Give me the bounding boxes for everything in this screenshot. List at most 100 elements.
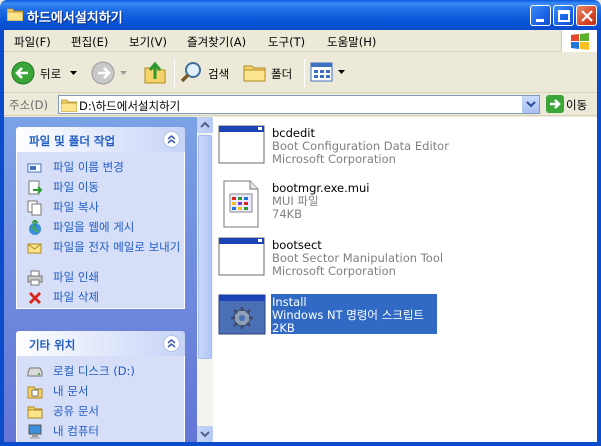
scroll-thumb[interactable]: [198, 135, 212, 359]
panel-body: 파일 이름 변경 파일 이동 파일 복사 파일을 웹에 게시 파일을 전자 메일…: [16, 152, 185, 309]
address-input[interactable]: D:\하드에서설치하기: [58, 95, 540, 114]
folders-button[interactable]: 폴더: [242, 60, 300, 86]
place-my-computer[interactable]: 내 컴퓨터: [27, 424, 177, 442]
back-dropdown-icon: [70, 71, 77, 75]
menu-favorites[interactable]: 즐겨찾기(A): [187, 34, 246, 50]
address-bar: 주소(D) D:\하드에서설치하기 이동: [4, 93, 597, 116]
scroll-up-button[interactable]: [197, 117, 213, 133]
file-item-bcdedit[interactable]: bcdedit Boot Configuration Data Editor M…: [218, 125, 578, 175]
window-title: 하드에서설치하기: [27, 11, 123, 26]
panel-header[interactable]: 파일 및 폴더 작업: [16, 127, 185, 152]
task-label: 로컬 디스크 (D:): [53, 364, 135, 378]
windows-logo-icon: [561, 30, 597, 52]
menu-bar: 파일(F) 편집(E) 보기(V) 즐겨찾기(A) 도구(T) 도움말(H): [4, 30, 597, 52]
script-gear-icon: [218, 294, 266, 335]
task-label: 내 문서: [53, 384, 89, 398]
menu-view[interactable]: 보기(V): [129, 34, 167, 50]
task-rename[interactable]: 파일 이름 변경: [27, 160, 177, 178]
chevron-up-icon: [167, 339, 176, 348]
task-label: 공유 문서: [53, 404, 99, 418]
application-icon: [218, 125, 265, 164]
forward-dropdown-icon: [120, 71, 127, 75]
place-shared-documents[interactable]: 공유 문서: [27, 404, 177, 422]
file-list: bcdedit Boot Configuration Data Editor M…: [197, 117, 597, 442]
menu-help[interactable]: 도움말(H): [327, 34, 376, 50]
task-label: 파일 복사: [53, 200, 99, 214]
minimize-icon: [536, 19, 544, 22]
task-label: 파일을 웹에 게시: [53, 220, 135, 234]
title-bar[interactable]: 하드에서설치하기: [0, 0, 601, 30]
place-my-documents[interactable]: 내 문서: [27, 384, 177, 402]
file-item-bootsect[interactable]: bootsect Boot Sector Manipulation Tool M…: [218, 237, 578, 287]
web-publish-icon: [29, 220, 41, 235]
go-button[interactable]: 이동: [544, 95, 596, 114]
task-copy[interactable]: 파일 복사: [27, 200, 177, 218]
menu-file[interactable]: 파일(F): [14, 34, 51, 50]
task-label: 파일 삭제: [53, 290, 99, 304]
close-button[interactable]: [576, 5, 597, 26]
file-company: Microsoft Corporation: [272, 264, 396, 278]
other-places-panel: 기타 위치 로컬 디스크 (D:) 내 문서 공유 문서 내 컴퓨터: [16, 331, 185, 442]
my-documents-icon: [27, 386, 43, 399]
forward-button[interactable]: [90, 60, 128, 86]
application-icon: [218, 237, 265, 276]
task-label: 내 컴퓨터: [53, 424, 99, 438]
chevron-up-icon: [167, 135, 176, 144]
close-icon: [581, 10, 593, 22]
email-icon: [27, 243, 42, 254]
panel-title: 기타 위치: [29, 338, 76, 352]
folders-icon: [243, 65, 266, 82]
views-button[interactable]: [310, 61, 348, 85]
task-label: 파일 인쇄: [53, 270, 99, 284]
search-button[interactable]: 검색: [180, 60, 236, 86]
task-label: 파일 이름 변경: [53, 160, 124, 174]
panel-body: 로컬 디스크 (D:) 내 문서 공유 문서 내 컴퓨터: [16, 356, 185, 442]
task-label: 파일 이동: [53, 180, 99, 194]
forward-arrow-icon: [91, 61, 115, 85]
views-dropdown-icon: [338, 70, 345, 74]
back-button[interactable]: 뒤로: [10, 60, 77, 86]
my-computer-icon: [28, 424, 42, 439]
file-size: 2KB: [272, 321, 295, 335]
move-icon: [28, 180, 43, 195]
scroll-down-button[interactable]: [197, 426, 213, 442]
address-value: D:\하드에서설치하기: [79, 99, 181, 113]
up-folder-button[interactable]: [143, 59, 169, 87]
mui-file-icon: [223, 180, 259, 228]
panel-header[interactable]: 기타 위치: [16, 331, 185, 356]
address-dropdown-button[interactable]: [522, 96, 539, 113]
maximize-icon: [558, 10, 570, 22]
address-folder-icon: [61, 99, 77, 112]
search-label: 검색: [208, 67, 230, 81]
copy-icon: [27, 200, 42, 216]
place-local-disk[interactable]: 로컬 디스크 (D:): [27, 364, 177, 382]
menu-edit[interactable]: 편집(E): [71, 34, 108, 50]
arrow-down-icon: [200, 431, 210, 438]
file-folder-tasks-panel: 파일 및 폴더 작업 파일 이름 변경 파일 이동 파일 복사 파일을 웹에 게…: [16, 127, 185, 309]
vertical-scrollbar[interactable]: [197, 117, 213, 442]
task-print[interactable]: 파일 인쇄: [27, 270, 177, 288]
back-label: 뒤로: [40, 67, 62, 81]
go-arrow-icon: [546, 95, 564, 113]
up-folder-icon: [144, 61, 166, 84]
panel-title: 파일 및 폴더 작업: [29, 134, 116, 148]
task-email[interactable]: 파일을 전자 메일로 보내기: [27, 240, 180, 268]
task-publish-web[interactable]: 파일을 웹에 게시: [27, 220, 177, 238]
task-move[interactable]: 파일 이동: [27, 180, 177, 198]
rename-icon: [27, 163, 42, 173]
file-company: Microsoft Corporation: [272, 152, 396, 166]
collapse-button[interactable]: [163, 131, 180, 148]
search-icon: [180, 62, 201, 83]
maximize-button[interactable]: [553, 5, 574, 26]
chevron-down-icon: [526, 101, 536, 108]
back-arrow-icon: [11, 61, 35, 85]
collapse-button[interactable]: [163, 335, 180, 352]
task-delete[interactable]: 파일 삭제: [27, 290, 177, 308]
file-item-install[interactable]: Install Windows NT 명령어 스크립트 2KB: [218, 294, 578, 344]
arrow-up-icon: [200, 121, 210, 128]
menu-tools[interactable]: 도구(T): [268, 34, 305, 50]
file-item-bootmgr-mui[interactable]: bootmgr.exe.mui MUI 파일 74KB: [218, 180, 578, 230]
printer-icon: [27, 270, 43, 286]
file-size: 74KB: [272, 207, 303, 221]
minimize-button[interactable]: [530, 5, 551, 26]
